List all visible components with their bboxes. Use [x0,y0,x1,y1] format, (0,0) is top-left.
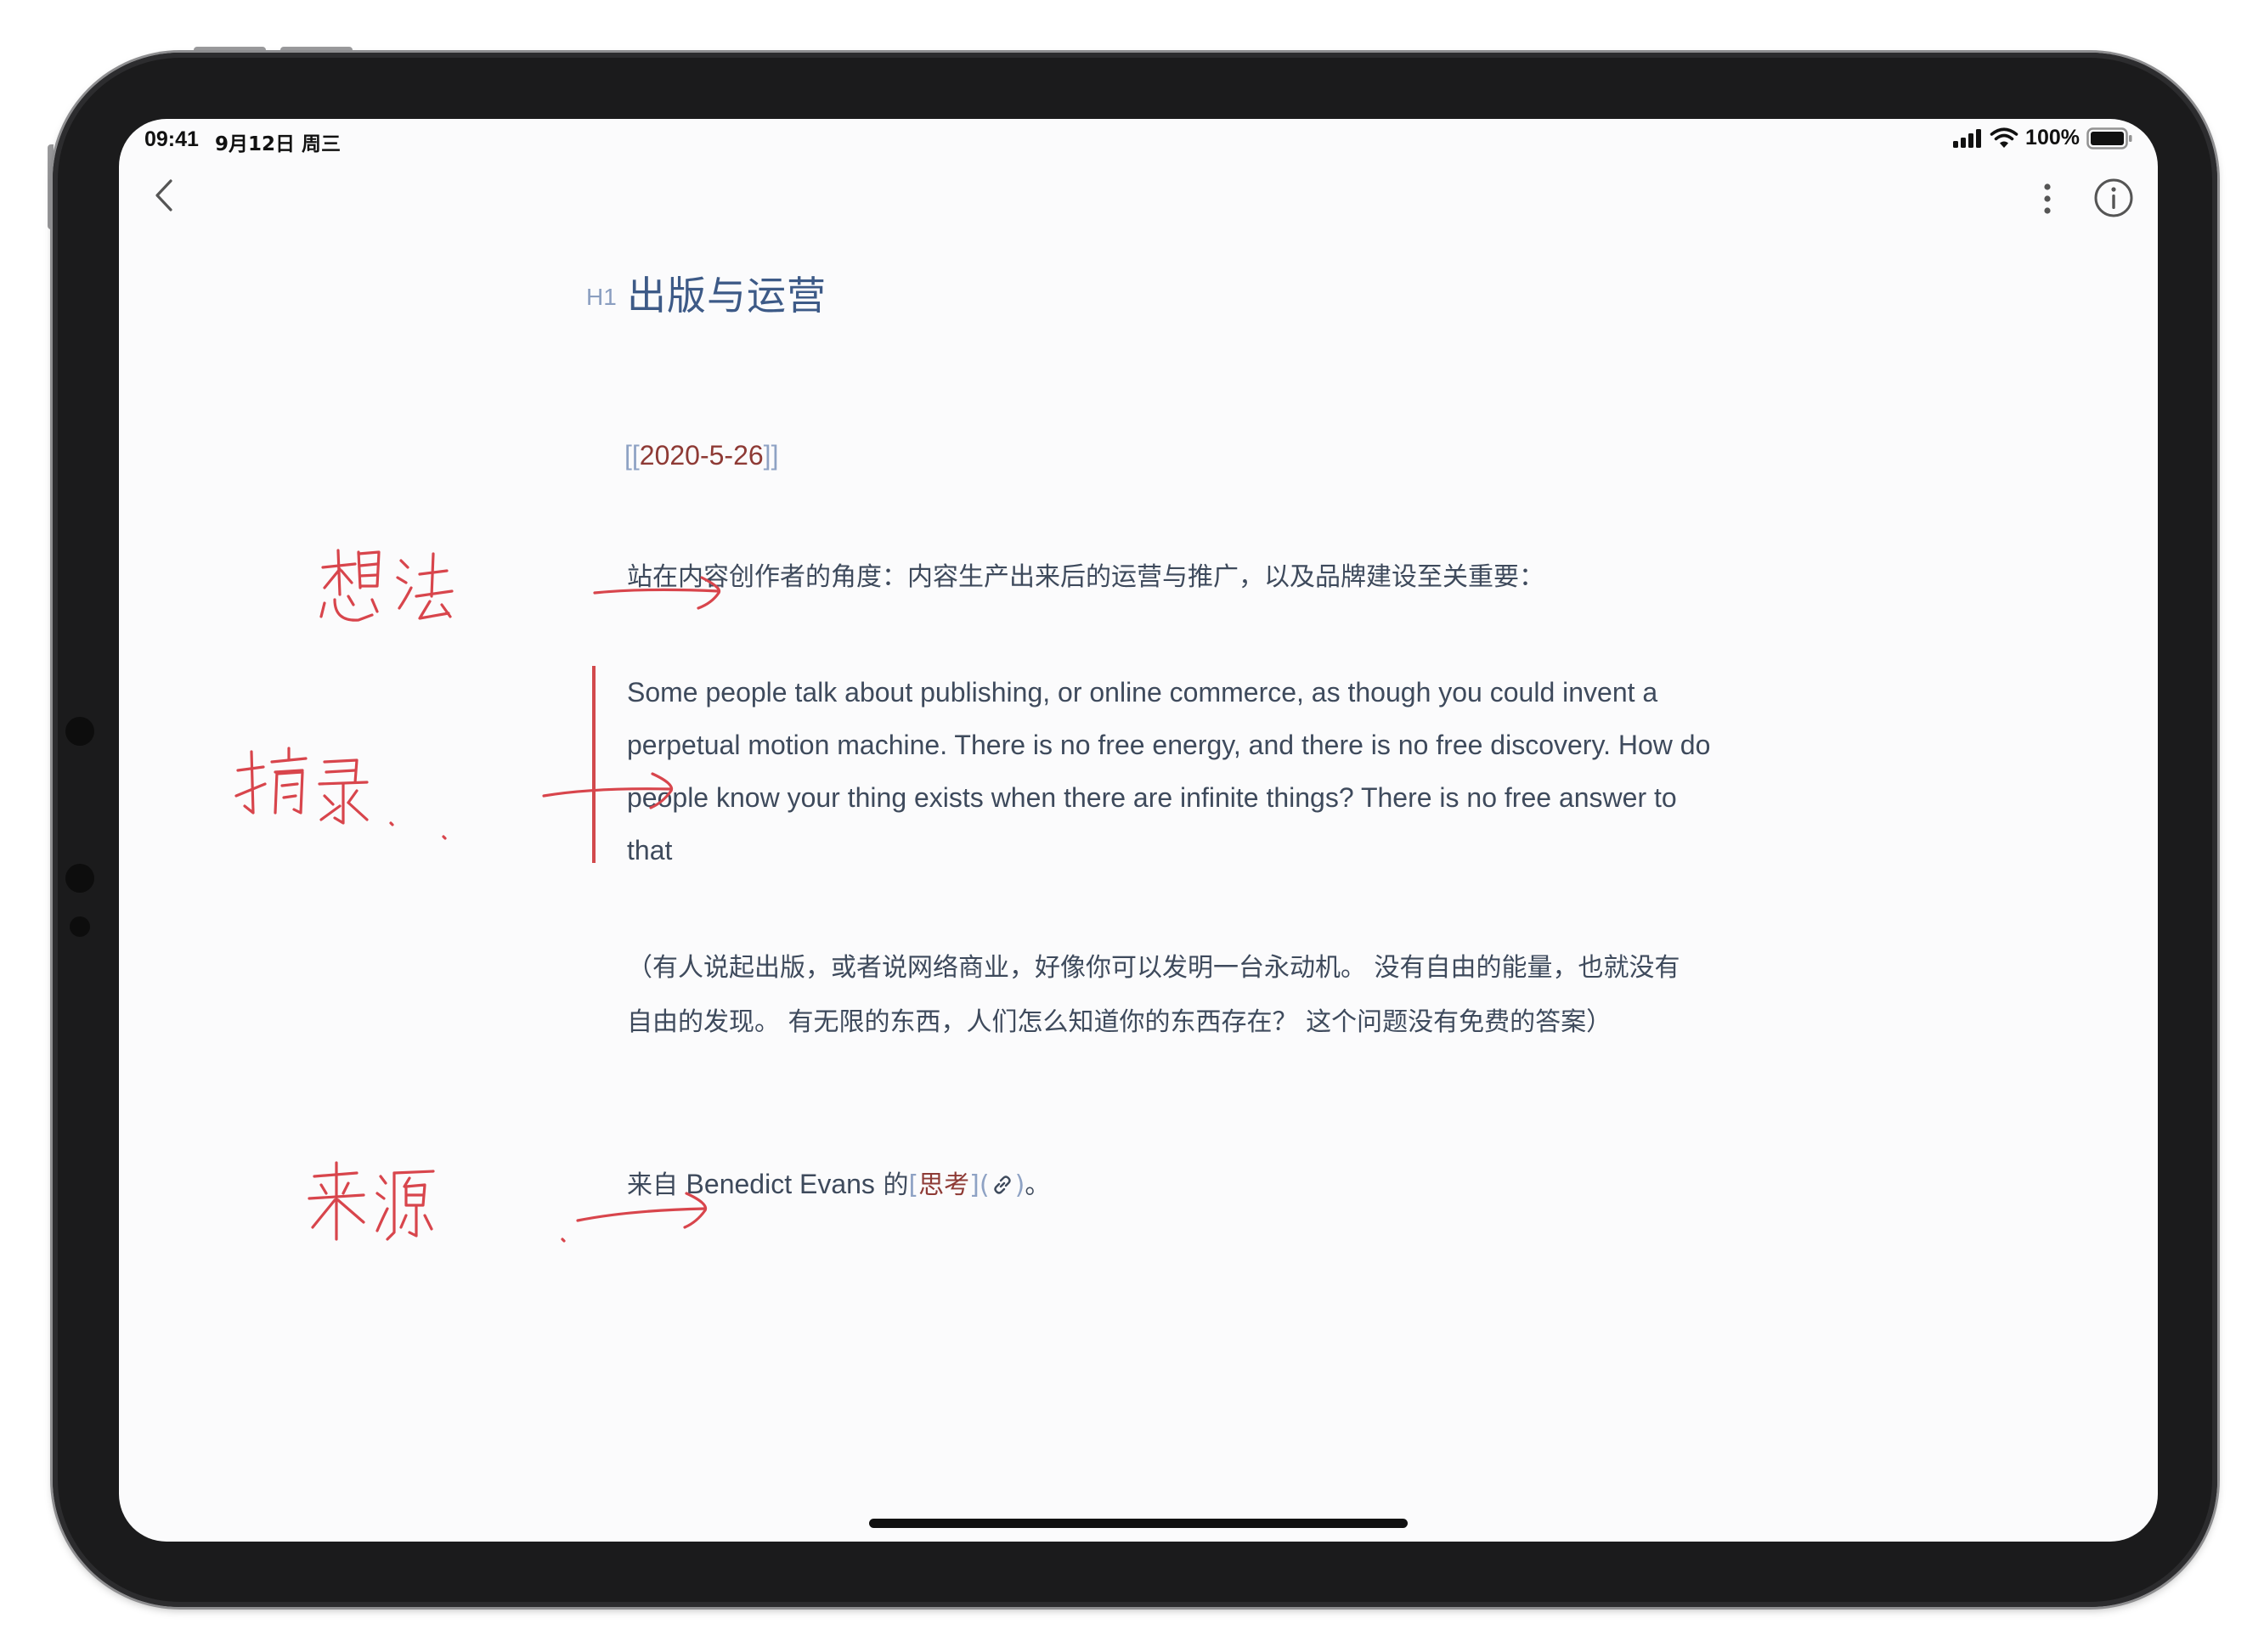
cellular-signal-icon [1953,128,1982,148]
pencil-dot-1 [65,717,94,746]
screen: 09:41 9月12日 周三 100% H1 出版与运营 [[2020-5-26… [119,119,2158,1542]
link-close-bracket: ]] [763,440,779,471]
annotation-source [308,1161,708,1243]
status-right: 100% [1952,126,2132,150]
daily-note-link-text[interactable]: 2020-5-26 [640,440,764,471]
battery-icon [2086,127,2132,149]
back-button[interactable] [144,174,187,217]
annotation-thought [319,549,721,622]
battery-percentage: 100% [2025,126,2080,149]
wifi-icon [1990,127,2018,148]
source-paren-open: ( [979,1170,990,1200]
source-link-text[interactable]: 思考 [918,1170,969,1200]
source-link-open-bracket: [ [908,1170,919,1200]
source-paren-close: ) [1014,1170,1025,1200]
status-date: 9月12日 周三 [215,133,342,155]
heading-level-marker: H1 [586,284,617,310]
device-top-button-2 [280,47,353,53]
annotation-quote [234,747,674,840]
thought-paragraph[interactable]: 站在内容创作者的角度：内容生产出来后的运营与推广，以及品牌建设至关重要： [627,555,1544,593]
info-circle-icon [2094,178,2133,217]
device-top-button-1 [194,47,266,53]
source-particle: 的 [874,1170,909,1200]
blockquote-text[interactable]: Some people talk about publishing, or on… [627,666,1714,877]
pencil-dot-3 [70,916,90,937]
link-icon[interactable] [990,1172,1015,1198]
source-link-close-bracket: ] [969,1170,980,1200]
chevron-left-icon [155,179,172,211]
info-button[interactable] [2092,177,2135,219]
translation-paragraph[interactable]: （有人说起出版，或者说网络商业，好像你可以发明一台永动机。 没有自由的能量，也就… [627,941,1680,1050]
more-button[interactable] [2030,178,2064,221]
note-title[interactable]: 出版与运营 [627,265,827,321]
daily-note-link[interactable]: [[2020-5-26]] [624,440,778,471]
home-indicator[interactable] [869,1519,1408,1528]
source-suffix: 。 [1025,1170,1051,1200]
status-time: 09:41 [144,127,199,151]
pencil-dot-2 [65,864,94,893]
link-open-bracket: [[ [624,440,640,471]
more-vertical-icon [2044,183,2051,214]
